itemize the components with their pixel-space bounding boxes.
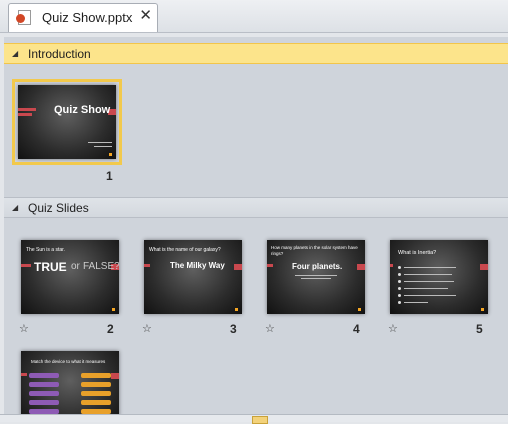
match-item-left xyxy=(29,373,59,378)
slide-thumbnail[interactable]: Match the device to what it measures xyxy=(21,351,119,421)
match-item-left xyxy=(29,400,59,405)
or-label: or xyxy=(71,261,80,272)
transition-star-icon[interactable]: ☆ xyxy=(142,324,152,335)
slide-question: How many planets in the solar system hav… xyxy=(271,245,358,256)
slide-answer: The Milky Way xyxy=(170,261,225,270)
section-label: Quiz Slides xyxy=(28,201,89,215)
slide-question: What is Inertia? xyxy=(398,250,437,256)
slide-thumbnail[interactable]: What is Inertia? xyxy=(390,240,488,314)
true-label: TRUE xyxy=(34,260,67,274)
accent-bar xyxy=(267,264,273,267)
slide-thumbnail[interactable]: Quiz Show xyxy=(12,79,122,165)
false-label: FALSE? xyxy=(83,261,119,272)
slide-number: 3 xyxy=(230,322,237,336)
slide-answer: Four planets. xyxy=(292,262,343,271)
slide-thumbnail[interactable]: What is the name of our galaxy? The Milk… xyxy=(144,240,242,314)
collapse-triangle-icon[interactable]: ◢ xyxy=(12,203,18,212)
detail-line xyxy=(301,278,331,279)
detail-line xyxy=(295,275,337,276)
slide-number: 5 xyxy=(476,322,483,336)
slide-corner-mark xyxy=(481,308,484,311)
bullet-text-line xyxy=(404,295,456,296)
document-tab-strip: Quiz Show.pptx ✕ xyxy=(0,0,508,33)
transition-star-icon[interactable]: ☆ xyxy=(388,324,398,335)
accent-bar xyxy=(234,264,242,270)
slide-corner-mark xyxy=(109,153,112,156)
accent-bar xyxy=(144,264,150,267)
bullet-point xyxy=(398,287,401,290)
match-item-right xyxy=(81,391,111,396)
accent-bar xyxy=(18,108,36,111)
slide-thumbnail[interactable]: How many planets in the solar system hav… xyxy=(267,240,365,314)
section-header-quiz-slides[interactable]: ◢ Quiz Slides xyxy=(4,197,508,218)
bullet-point xyxy=(398,266,401,269)
collapse-triangle-icon[interactable]: ◢ xyxy=(12,49,18,58)
bullet-point xyxy=(398,273,401,276)
slide-question: The Sun is a star. xyxy=(26,247,65,253)
accent-bar xyxy=(18,113,32,116)
view-slider-knob[interactable] xyxy=(252,416,268,424)
accent-bar xyxy=(111,373,119,379)
accent-bar xyxy=(21,264,31,267)
close-icon[interactable]: ✕ xyxy=(139,7,152,25)
bullet-point xyxy=(398,294,401,297)
document-tab[interactable]: Quiz Show.pptx ✕ xyxy=(8,3,158,32)
section-header-introduction[interactable]: ◢ Introduction xyxy=(4,43,508,64)
accent-bar xyxy=(357,264,365,270)
bullet-text-line xyxy=(404,281,454,282)
bullet-point xyxy=(398,280,401,283)
accent-bar xyxy=(480,264,488,270)
slide-question: What is the name of our galaxy? xyxy=(149,247,221,253)
match-item-right xyxy=(81,373,111,378)
section-label: Introduction xyxy=(28,47,91,61)
powerpoint-file-icon xyxy=(16,10,31,25)
slide-corner-mark xyxy=(112,308,115,311)
bullet-text-line xyxy=(404,274,452,275)
slide-title: Quiz Show xyxy=(54,104,111,116)
match-item-left xyxy=(29,391,59,396)
slide-number: 2 xyxy=(107,322,114,336)
bullet-text-line xyxy=(404,302,428,303)
bullet-point xyxy=(398,301,401,304)
slide-sorter-pane: ◢ Introduction Quiz Show 1 ◢ Quiz Slides… xyxy=(4,37,508,421)
slide-question: Match the device to what it measures xyxy=(31,359,106,364)
transition-star-icon[interactable]: ☆ xyxy=(19,324,29,335)
slide-thumbnail[interactable]: The Sun is a star. TRUE or FALSE? xyxy=(21,240,119,314)
match-item-right xyxy=(81,382,111,387)
slide-number: 4 xyxy=(353,322,360,336)
subtitle-line xyxy=(94,146,112,147)
bullet-text-line xyxy=(404,267,456,268)
slide-corner-mark xyxy=(235,308,238,311)
slide-number: 1 xyxy=(106,169,113,183)
slide-corner-mark xyxy=(358,308,361,311)
subtitle-line xyxy=(88,142,112,143)
accent-bar xyxy=(21,373,27,376)
match-item-right xyxy=(81,400,111,405)
bullet-text-line xyxy=(404,288,448,289)
match-item-left xyxy=(29,382,59,387)
transition-star-icon[interactable]: ☆ xyxy=(265,324,275,335)
tab-title: Quiz Show.pptx xyxy=(42,10,133,25)
accent-bar xyxy=(390,264,393,267)
